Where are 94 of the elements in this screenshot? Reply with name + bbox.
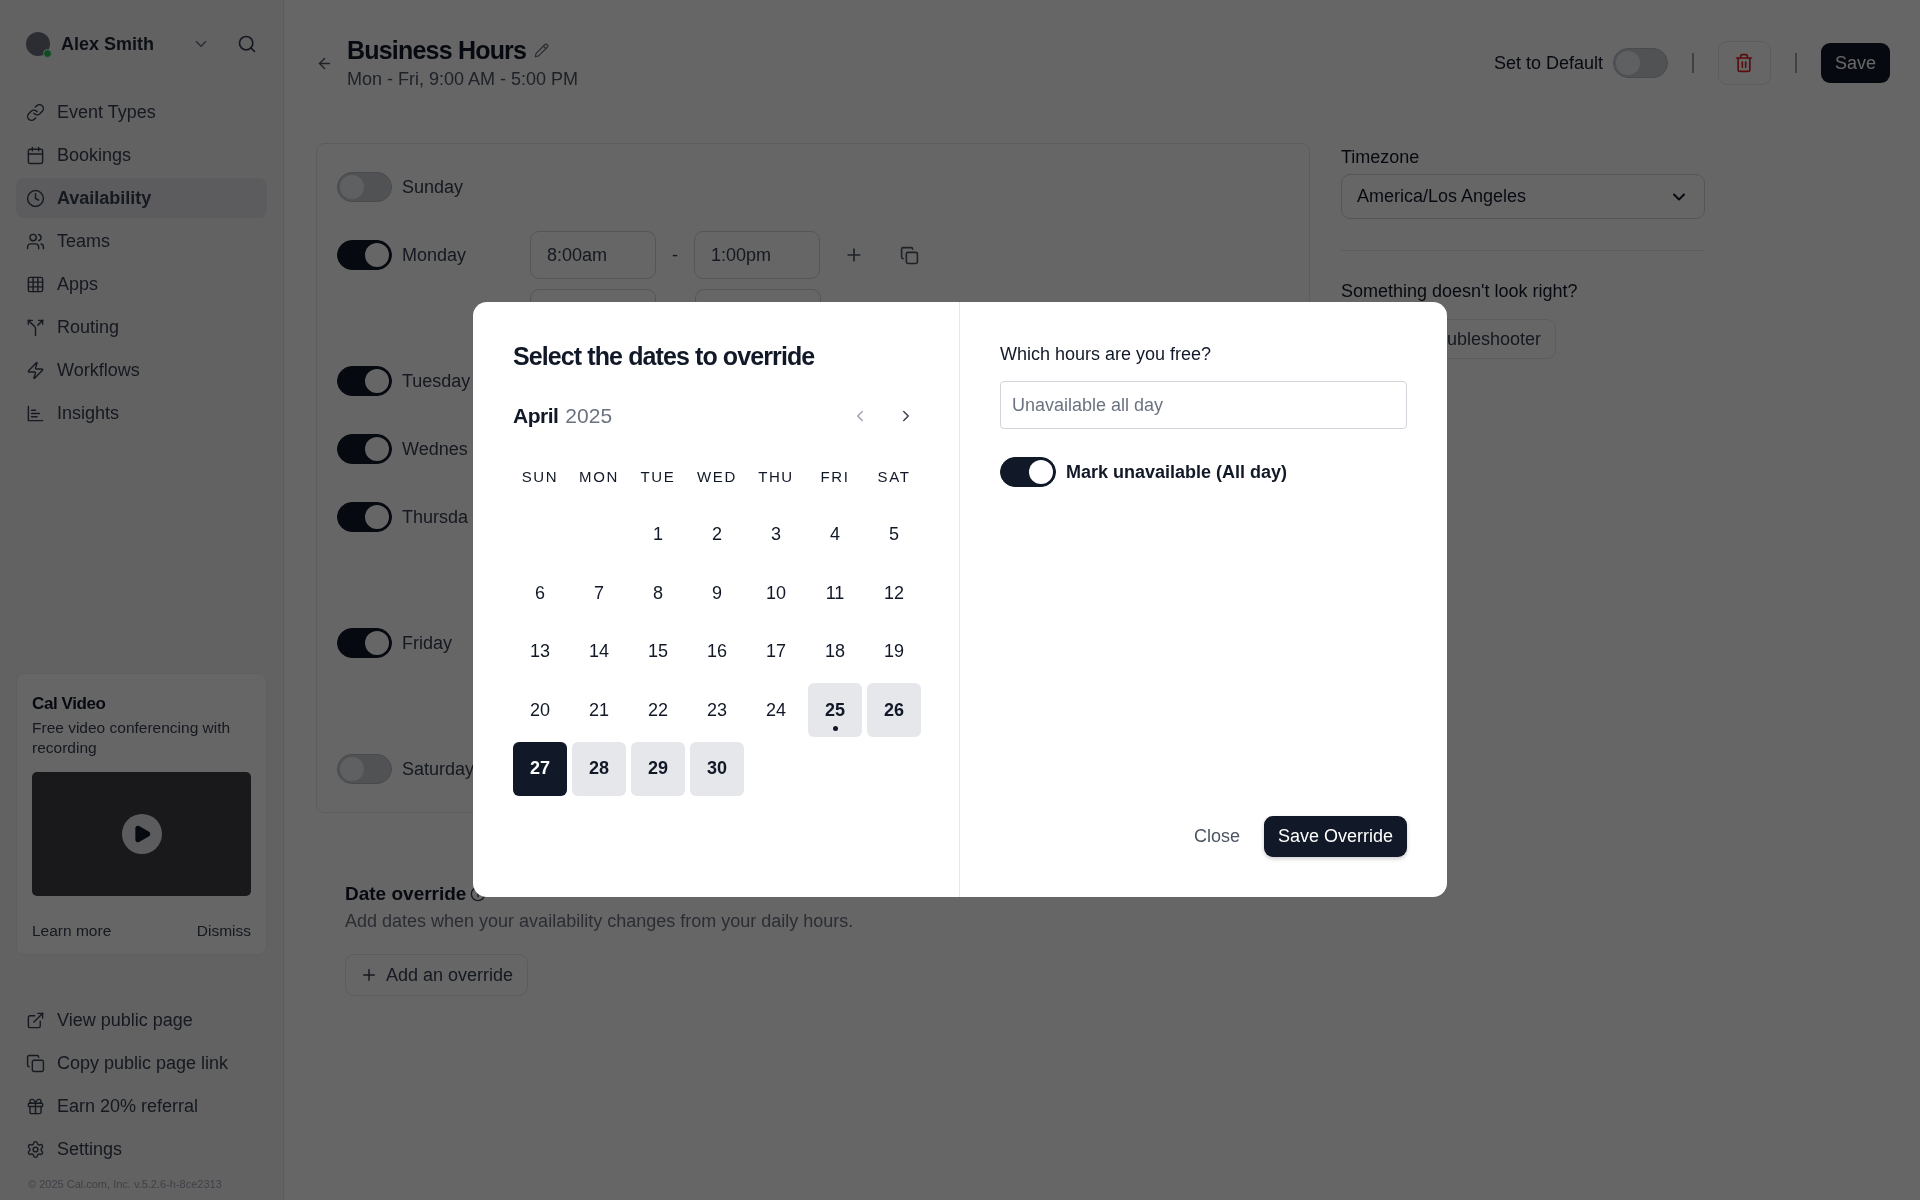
dialog-title: Select the dates to override [513,342,816,371]
month-label: April [513,404,559,428]
search-icon[interactable] [237,34,257,54]
toggle-switch[interactable] [337,502,392,532]
user-avatar[interactable] [26,32,50,56]
toggle-label: Mark unavailable (All day) [1066,461,1288,483]
calendar-day[interactable]: 3 [749,507,803,562]
hours-input[interactable]: Unavailable all day [1000,381,1407,429]
range-dash: - [672,244,678,266]
day-label: Thursda [402,506,469,528]
set-default-label: Set to Default [1493,52,1603,74]
calendar-day[interactable]: 7 [572,566,626,620]
weekday-label: FRI [819,467,851,485]
play-icon[interactable] [121,814,162,854]
grid-icon [26,274,45,294]
day-label: Friday [402,632,452,654]
help-question: Something doesn't look right? [1341,281,1579,302]
save-override-button[interactable]: Save Override [1263,816,1407,857]
day-label: Saturday [402,758,475,780]
day-label: Sunday [402,176,464,198]
pencil-icon[interactable] [534,43,550,58]
calendar-day[interactable]: 22 [631,683,685,737]
calendar-day[interactable]: 8 [631,566,685,620]
calendar-day[interactable]: 16 [690,624,744,679]
copy-icon[interactable] [900,245,919,265]
calendar-day[interactable]: 13 [513,624,567,679]
weekday-label: THU [757,467,795,485]
split-arrow-icon [26,317,45,337]
timezone-label: Timezone [1341,147,1421,168]
promo-text: Free video conferencing with recording [32,718,232,758]
toggle-switch[interactable] [337,754,392,784]
day-label: Wednes [402,438,468,460]
day-label: Tuesday [402,370,471,392]
users-icon [26,231,45,251]
calendar-day[interactable]: 10 [749,566,803,620]
calendar-day[interactable]: 19 [867,624,921,679]
video-placeholder[interactable] [32,772,251,896]
lightning-icon [26,360,45,380]
calendar-day[interactable]: 6 [513,566,567,620]
page-subtitle: Mon - Fri, 9:00 AM - 5:00 PM [347,69,580,90]
today-dot [832,726,838,731]
calendar-day[interactable]: 18 [808,624,862,679]
clock-icon [26,188,45,208]
calendar-day[interactable]: 14 [572,624,626,679]
calendar-day[interactable]: 24 [749,683,803,737]
calendar-day[interactable]: 12 [867,566,921,620]
calendar-day[interactable]: 27 [513,741,567,796]
toggle-switch[interactable] [337,172,392,202]
calendar-day[interactable]: 21 [572,683,626,737]
plus-icon [360,966,378,984]
calendar-day[interactable]: 11 [808,566,862,620]
close-button[interactable]: Close [1193,818,1240,855]
weekday-label: SAT [876,467,912,485]
weekday-label: TUE [639,467,677,485]
calendar-day[interactable]: 20 [513,683,567,737]
toggle-switch[interactable] [337,366,392,396]
year-label: 2025 [565,404,614,428]
copy-icon [26,1053,45,1073]
gift-icon [26,1096,45,1116]
delete-button[interactable] [1717,41,1771,85]
calendar-day[interactable]: 15 [631,624,685,679]
calendar-day[interactable]: 28 [572,741,626,796]
weekday-label: WED [696,467,738,485]
calendar-day[interactable]: 9 [690,566,744,620]
link-icon [26,102,45,122]
trash-icon [1734,53,1755,73]
weekday-label: SUN [520,467,560,485]
page-title: Business Hours [347,36,527,65]
external-link-icon [26,1010,45,1030]
toggle-switch[interactable] [337,434,392,464]
promo-title: Cal Video [32,694,107,714]
section-description: Add dates when your availability changes from your daily hours. [345,911,855,932]
toggle-switch[interactable] [1612,48,1668,78]
calendar-icon [26,145,45,165]
calendar-day[interactable]: 4 [808,507,862,562]
hours-question: Which hours are you free? [1000,344,1213,365]
settings-icon [26,1139,45,1159]
calendar-day[interactable]: 29 [631,741,685,796]
toggle-switch[interactable] [1000,457,1056,487]
toggle-switch[interactable] [337,628,392,658]
calendar-day[interactable]: 5 [867,507,921,562]
calendar-day[interactable]: 26 [867,683,921,737]
weekday-label: MON [578,467,620,485]
calendar-day[interactable]: 2 [690,507,744,562]
calendar-day[interactable]: 17 [749,624,803,679]
calendar-day[interactable]: 30 [690,741,744,796]
calendar-day[interactable]: 25 [808,683,862,737]
section-title: Date override [345,883,467,905]
toggle-switch[interactable] [337,240,392,270]
calendar-day[interactable]: 1 [631,507,685,562]
chart-icon [26,403,45,423]
calendar-day[interactable]: 23 [690,683,744,737]
save-button[interactable]: Save [1820,43,1890,83]
day-label: Monday [402,244,467,266]
